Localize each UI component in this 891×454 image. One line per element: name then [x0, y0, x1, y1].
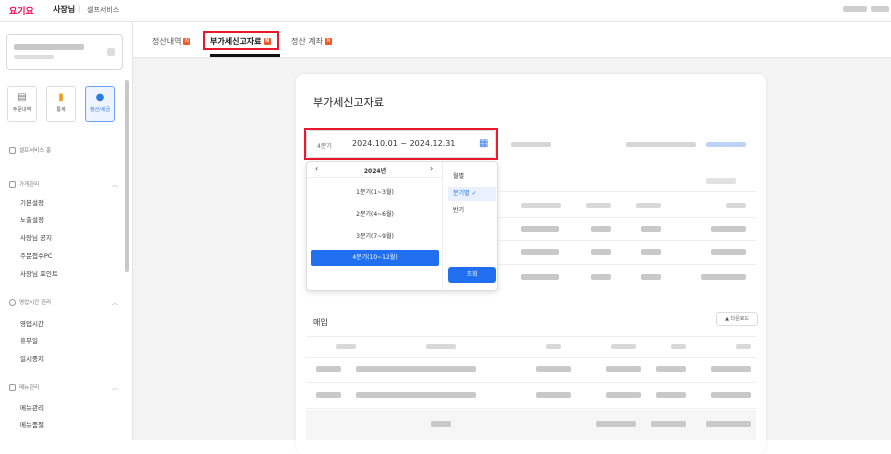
top-bar: 요기요 사장님 | 셀프서비스: [0, 0, 891, 22]
quick-link-orders[interactable]: ▤ 주문내역: [7, 86, 37, 122]
quarter-panel: ‹ 2024년 › 1분기(1~3월) 2분기(4~6월) 3분기(7~9월) …: [307, 162, 443, 292]
highlight-box-date: [304, 128, 498, 160]
sidebar-item-points[interactable]: 사장님 포인트: [20, 268, 58, 278]
store-icon: [9, 181, 16, 188]
bar-chart-icon: ▮: [58, 92, 64, 103]
quarter-option-1[interactable]: 1분기(1~3월): [311, 185, 439, 201]
sidebar-item-soldout[interactable]: 메뉴품절: [20, 419, 44, 429]
period-dropdown: ‹ 2024년 › 1분기(1~3월) 2분기(4~6월) 3분기(7~9월) …: [306, 161, 498, 292]
clock-icon: [9, 299, 16, 306]
year-navigator: ‹ 2024년 ›: [307, 162, 443, 178]
quick-link-stats[interactable]: ▮ 통계: [46, 86, 76, 122]
main-content: 부가세신고자료 4분기 2024.10.01 ~ 2024.12.31 ▦ ‹ …: [133, 58, 891, 454]
receipt-icon: ▤: [17, 92, 27, 103]
vat-card: 부가세신고자료 4분기 2024.10.01 ~ 2024.12.31 ▦ ‹ …: [296, 74, 766, 454]
sidebar-item-pause[interactable]: 일시중지: [20, 353, 44, 363]
money-bag-icon: ●: [95, 92, 105, 103]
new-badge: N: [183, 38, 191, 45]
active-tab-indicator: [210, 54, 280, 57]
sidebar-scrollbar[interactable]: [125, 80, 129, 272]
sidebar-item-notice[interactable]: 사장님 공지: [20, 232, 52, 242]
sidebar-section-menu[interactable]: 메뉴관리 ︿: [9, 383, 124, 392]
brand-logo[interactable]: 요기요: [9, 4, 34, 17]
sidebar-item-holidays[interactable]: 휴무일: [20, 335, 38, 345]
sidebar-item-menu[interactable]: 메뉴관리: [20, 402, 44, 412]
download-button[interactable]: ▲ 다운로드: [716, 312, 758, 326]
tab-bar: 정산내역 N 부가세신고자료 N 정산 계좌 N: [133, 22, 891, 58]
purchase-section-title: 매입: [313, 318, 328, 327]
home-icon: [9, 147, 16, 154]
quick-link-settlement[interactable]: ● 정산/세금: [85, 86, 115, 122]
new-badge: N: [324, 38, 332, 45]
brand-sub: 사장님: [53, 5, 76, 14]
tab-account[interactable]: 정산 계좌 N: [291, 36, 332, 47]
period-monthly[interactable]: 월별: [448, 170, 496, 184]
sidebar-item-hours[interactable]: 영업시간: [20, 318, 44, 328]
chevron-up-icon: ︿: [112, 385, 119, 392]
sidebar-item-basic[interactable]: 기본설정: [20, 197, 44, 207]
sidebar-home[interactable]: 셀프서비스 홈: [9, 146, 51, 154]
quarter-option-3[interactable]: 3분기(7~9월): [311, 229, 439, 245]
chevron-right-icon[interactable]: ›: [430, 164, 433, 173]
quarter-option-4[interactable]: 4분기(10~12월): [311, 250, 439, 266]
sidebar-item-exposure[interactable]: 노출설정: [20, 214, 44, 224]
tab-settlement[interactable]: 정산내역 N: [152, 36, 191, 47]
sidebar-section-hours[interactable]: 영업시간 관리 ︿: [9, 298, 124, 307]
chevron-up-icon: ︿: [112, 182, 119, 189]
sidebar: ▤ 주문내역 ▮ 통계 ● 정산/세금 셀프서비스 홈 가게관리 ︿ 기본설정 …: [0, 22, 133, 440]
chevron-up-icon: ︿: [112, 300, 119, 307]
highlight-box-tab: [203, 31, 279, 50]
period-half[interactable]: 반기: [448, 204, 496, 218]
quarter-option-2[interactable]: 2분기(4~6월): [311, 207, 439, 223]
sidebar-item-order-pc[interactable]: 주문접수PC: [20, 250, 52, 260]
sidebar-section-store[interactable]: 가게관리 ︿: [9, 180, 124, 189]
service-name: 셀프서비스: [87, 6, 120, 14]
brand-separator: |: [78, 5, 81, 13]
store-name-blurred: [843, 6, 867, 12]
year-label: 2024년: [363, 168, 387, 175]
menu-book-icon: [9, 384, 16, 391]
page-title: 부가세신고자료: [313, 96, 384, 109]
query-button[interactable]: 조회: [448, 267, 496, 283]
account-menu[interactable]: [871, 6, 889, 12]
store-selector[interactable]: [6, 34, 123, 70]
period-quarterly[interactable]: 분기별 ✓: [448, 187, 496, 201]
